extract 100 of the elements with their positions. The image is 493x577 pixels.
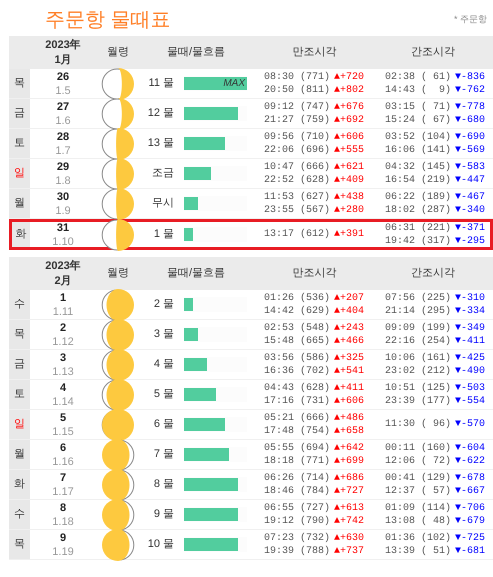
low-tide-time: 12:06 ( 72) [385, 454, 452, 468]
low-tide-time: 13:39 ( 51) [385, 544, 452, 558]
tide-label: 11 물 [148, 76, 174, 92]
weekday-label: 목 [14, 327, 25, 342]
tide-label: 4 물 [154, 357, 174, 372]
low-tide-change: ▼-680 [455, 114, 486, 126]
high-tide-change: ▲+802 [334, 84, 364, 96]
high-tide-change: ▲+541 [334, 364, 364, 378]
high-tide-change: ▲+658 [334, 424, 364, 438]
high-tide-change: ▲+606 [334, 394, 364, 408]
high-tide-change: ▲+404 [334, 304, 364, 318]
low-tide-change: ▼-667 [455, 484, 486, 498]
date-label: 27 [56, 100, 70, 114]
column-header: 물때/물흐름 [166, 45, 226, 60]
date-label: 26 [56, 70, 70, 84]
low-tide-time: 01:09 (114) [385, 502, 452, 514]
year-label: 2023年 [45, 38, 81, 52]
high-tide-change: ▲+742 [334, 514, 364, 528]
high-tide-time: 04:43 (628) [264, 382, 330, 394]
month-label: 2月 [54, 274, 72, 288]
date-label: 9 [60, 530, 66, 544]
column-header: 만조시각 [292, 45, 336, 60]
high-tide-change: ▲+676 [334, 100, 364, 114]
high-tide-time: 06:55 (727) [264, 502, 330, 514]
high-tide-time: 08:30 (771) [264, 70, 330, 84]
lunar-date: 1.11 [52, 304, 74, 318]
weekday-label: 화 [16, 227, 26, 242]
high-tide-change: ▲+466 [334, 334, 364, 348]
low-tide-change: ▼-622 [455, 454, 486, 468]
tide-label: 6 물 [154, 417, 174, 432]
tide-label: 3 물 [154, 327, 174, 342]
high-tide-time: 10:47 (666) [264, 160, 330, 174]
low-tide-time: 11:30 ( 96) [385, 418, 452, 431]
date-label: 3 [60, 350, 66, 364]
tide-label: 무시 [152, 196, 174, 212]
low-tide-change: ▼-570 [455, 418, 486, 431]
weekday-label: 토 [14, 136, 25, 152]
low-tide-change: ▼-681 [455, 544, 486, 558]
tide-label: 10 물 [148, 537, 174, 552]
low-tide-change: ▼-349 [455, 322, 486, 334]
low-tide-change: ▼-725 [455, 532, 486, 544]
high-tide-time: 05:21 (666) [264, 412, 330, 424]
low-tide-time: 10:51 (125) [385, 382, 452, 394]
low-tide-time: 16:54 (219) [385, 174, 452, 186]
high-tide-change: ▲+409 [334, 174, 364, 186]
date-label: 5 [60, 410, 66, 424]
high-tide-time: 19:39 (788) [264, 544, 330, 558]
low-tide-time: 03:52 (104) [385, 130, 452, 144]
column-header: 간조시각 [411, 266, 455, 282]
low-tide-time: 21:14 (295) [385, 304, 452, 318]
weekday-label: 월 [14, 447, 25, 462]
low-tide-change: ▼-706 [455, 502, 486, 514]
tide-label: 8 물 [154, 477, 174, 492]
high-tide-change: ▲+686 [334, 472, 364, 484]
tide-label: 13 물 [148, 136, 174, 152]
low-tide-time: 23:02 (212) [385, 364, 452, 378]
high-tide-change: ▲+207 [334, 292, 364, 304]
weekday-label: 월 [14, 196, 25, 212]
column-header: 월령 [107, 266, 129, 282]
date-label: 8 [60, 500, 66, 514]
high-tide-change: ▲+642 [334, 442, 364, 454]
high-tide-change: ▲+720 [334, 70, 364, 84]
low-tide-change: ▼-425 [455, 352, 486, 364]
high-tide-time: 17:16 (731) [264, 394, 330, 408]
weekday-label: 금 [14, 357, 25, 372]
high-tide-change: ▲+727 [334, 484, 364, 498]
port-link[interactable]: * 주문항 [454, 12, 487, 26]
weekday-label: 목 [14, 76, 25, 92]
tide-label: 5 물 [154, 387, 174, 402]
low-tide-time: 00:41 (129) [385, 472, 452, 484]
high-tide-time: 23:55 (567) [264, 204, 330, 216]
lunar-date: 1.8 [55, 174, 71, 188]
low-tide-change: ▼-467 [455, 190, 486, 204]
low-tide-change: ▼-836 [455, 70, 486, 84]
date-label: 31 [56, 220, 70, 234]
lunar-date: 1.15 [52, 424, 74, 438]
low-tide-time: 06:22 (189) [385, 190, 452, 204]
low-tide-time: 13:08 ( 48) [385, 514, 452, 528]
weekday-label: 금 [14, 106, 25, 122]
low-tide-change: ▼-604 [455, 442, 486, 454]
low-tide-time: 06:31 (221) [385, 222, 452, 234]
high-tide-time: 07:23 (732) [264, 532, 330, 544]
lunar-date: 1.10 [52, 234, 74, 248]
page-title: 주문항 물때표 [45, 8, 171, 33]
high-tide-time: 02:53 (548) [264, 322, 330, 334]
date-label: 1 [60, 290, 66, 304]
weekday-label: 수 [14, 297, 25, 312]
month-label: 1月 [54, 52, 72, 68]
high-tide-change: ▲+243 [334, 322, 364, 334]
low-tide-change: ▼-371 [455, 222, 486, 234]
column-header: 월령 [107, 45, 129, 60]
high-tide-change: ▲+699 [334, 454, 364, 468]
date-label: 29 [56, 160, 70, 174]
date-label: 30 [56, 190, 70, 204]
low-tide-time: 19:42 (317) [385, 234, 452, 248]
low-tide-change: ▼-503 [455, 382, 486, 394]
high-tide-change: ▲+613 [334, 502, 364, 514]
weekday-label: 토 [14, 387, 25, 402]
low-tide-time: 12:37 ( 57) [385, 484, 452, 498]
high-tide-time: 17:48 (754) [264, 424, 330, 438]
